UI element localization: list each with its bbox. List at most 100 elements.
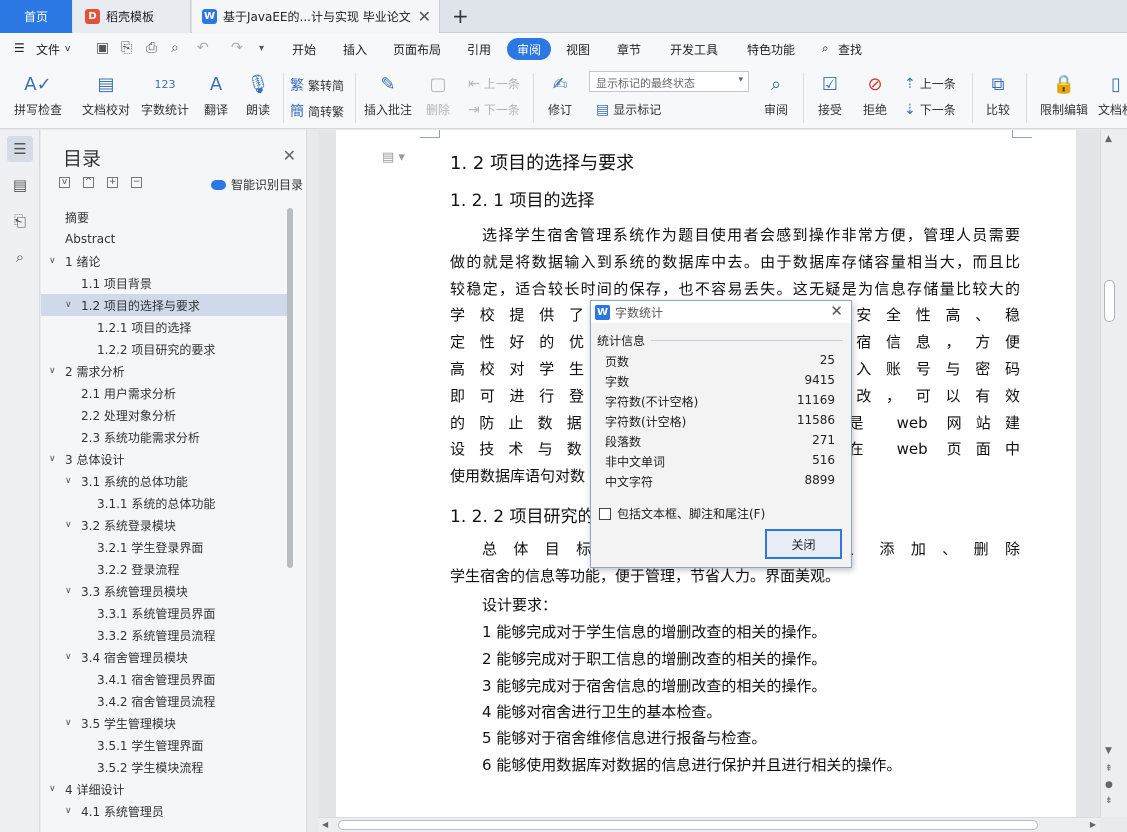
find-icon[interactable]: ⌕	[7, 244, 33, 270]
outline-icon[interactable]: ▤	[7, 172, 33, 198]
toc-item[interactable]: 3.5.2 学生模块流程	[41, 756, 289, 778]
close-icon[interactable]: ✕	[283, 146, 296, 165]
chevron-down-icon[interactable]: ∨	[49, 366, 65, 376]
toc-item[interactable]: 1.2.2 项目研究的要求	[41, 338, 289, 360]
toc-item[interactable]: 摘要	[41, 206, 289, 228]
toc-item[interactable]: 3.4.2 宿舍管理员流程	[41, 690, 289, 712]
chevron-down-icon[interactable]: ∨	[49, 454, 65, 464]
chevron-down-icon[interactable]: ∨	[65, 476, 81, 486]
scroll-right-icon[interactable]: ▶	[1090, 820, 1096, 829]
quick-access-chevron-icon[interactable]: ▾	[259, 43, 264, 54]
tab-home[interactable]: 首页	[0, 0, 72, 33]
prev-page-icon[interactable]: ⇞	[1105, 764, 1113, 774]
chevron-down-icon[interactable]: ∨	[65, 718, 81, 728]
trad-to-simp-button[interactable]: 繁繁转简	[290, 75, 344, 95]
compare-button[interactable]: ⧉ 比较	[980, 71, 1016, 118]
review-pane-button[interactable]: ⌕ 审阅	[758, 71, 794, 118]
simp-to-trad-button[interactable]: 簡简转繁	[290, 101, 344, 121]
scroll-left-icon[interactable]: ◀	[322, 820, 328, 829]
toc-item[interactable]: 2.3 系统功能需求分析	[41, 426, 289, 448]
toc-item[interactable]: ∨ 1.2 项目的选择与要求	[41, 294, 289, 316]
scroll-down-icon[interactable]: ▼	[1105, 746, 1112, 756]
toc-item[interactable]: ∨ 3.2 系统登录模块	[41, 514, 289, 536]
show-markup-button[interactable]: ▤ 显示标记	[596, 101, 661, 118]
insert-comment-button[interactable]: ✎ 插入批注	[362, 71, 414, 118]
search-icon[interactable]: ⌕	[822, 41, 829, 56]
bookmark-icon[interactable]: ⎗	[7, 208, 33, 234]
doccheck-button[interactable]: ▤ 文档校对	[80, 71, 132, 118]
wordcount-button[interactable]: 123 字数统计	[139, 71, 191, 118]
expand-up-icon[interactable]: ^	[83, 177, 94, 188]
spellcheck-button[interactable]: A✓ 拼写检查	[12, 71, 64, 118]
reject-button[interactable]: ⊘ 拒绝	[857, 71, 893, 118]
vertical-scrollbar[interactable]: ▲ ▼ ⇞ ● ⇟	[1100, 130, 1127, 817]
menu-developer[interactable]: 开发工具	[670, 41, 718, 58]
toc-item[interactable]: ∨ 3.5 学生管理模块	[41, 712, 289, 734]
toc-item[interactable]: 3.3.2 系统管理员流程	[41, 624, 289, 646]
search-menu[interactable]: 查找	[838, 41, 862, 58]
tab-document[interactable]: W 基于JavaEE的...计与实现 毕业论文 ✕	[192, 0, 440, 33]
tab-close-icon[interactable]: ✕	[418, 7, 431, 26]
chevron-down-icon[interactable]: ∨	[49, 256, 65, 266]
toc-item[interactable]: 2.2 处理对象分析	[41, 404, 289, 426]
scroll-up-icon[interactable]: ▲	[1105, 134, 1112, 144]
toc-item[interactable]: 1.1 项目背景	[41, 272, 289, 294]
toc-item[interactable]: Abstract	[41, 228, 289, 250]
close-icon[interactable]: ✕	[830, 302, 843, 320]
menu-insert[interactable]: 插入	[343, 41, 367, 58]
prev-change-button[interactable]: ⇡ 上一条	[904, 75, 956, 92]
revise-button[interactable]: ✍ 修订	[540, 71, 580, 118]
menu-special[interactable]: 特色功能	[747, 41, 795, 58]
toc-item[interactable]: 3.5.1 学生管理界面	[41, 734, 289, 756]
menu-view[interactable]: 视图	[566, 41, 590, 58]
add-heading-icon[interactable]: +	[107, 177, 118, 188]
next-comment-button[interactable]: ⇥ 下一条	[468, 101, 520, 118]
chevron-down-icon[interactable]: ∨	[65, 586, 81, 596]
toc-item[interactable]: ∨ 4 详细设计	[41, 778, 289, 800]
toc-item[interactable]: ∨ 1 绪论	[41, 250, 289, 272]
translate-button[interactable]: A 翻译	[196, 71, 236, 118]
include-textbox-checkbox[interactable]: 包括文本框、脚注和尾注(F)	[599, 505, 765, 522]
read-aloud-button[interactable]: 🎙 朗读	[242, 71, 274, 118]
redo-icon[interactable]: ↷	[231, 40, 243, 56]
prev-comment-button[interactable]: ⇤ 上一条	[468, 75, 520, 92]
menu-chapter[interactable]: 章节	[617, 41, 641, 58]
tab-template[interactable]: D 稻壳模板	[73, 0, 191, 33]
menu-layout[interactable]: 页面布局	[393, 41, 441, 58]
print-preview-icon[interactable]: ⌕	[171, 40, 179, 56]
next-page-icon[interactable]: ⇟	[1105, 796, 1113, 806]
menu-review[interactable]: 审阅	[507, 38, 551, 60]
menu-start[interactable]: 开始	[292, 41, 316, 58]
close-button[interactable]: 关闭	[765, 529, 842, 559]
collapse-all-icon[interactable]: v	[59, 177, 70, 188]
toc-item[interactable]: 3.2.1 学生登录界面	[41, 536, 289, 558]
file-menu[interactable]: 文件	[36, 41, 60, 58]
toc-item[interactable]: ∨ 2 需求分析	[41, 360, 289, 382]
save-icon[interactable]: ▣	[96, 40, 109, 56]
print-icon[interactable]: ⎙	[146, 40, 157, 56]
accept-button[interactable]: ☑ 接受	[812, 71, 848, 118]
scroll-thumb[interactable]	[1104, 280, 1115, 322]
chevron-down-icon[interactable]: ∨	[65, 652, 81, 662]
remove-heading-icon[interactable]: −	[131, 177, 142, 188]
toc-item[interactable]: 3.1.1 系统的总体功能	[41, 492, 289, 514]
dialog-titlebar[interactable]: W 字数统计 ✕	[591, 301, 851, 323]
toc-scrollbar[interactable]	[287, 208, 293, 568]
export-icon[interactable]: ⎘	[121, 40, 132, 56]
chevron-down-icon[interactable]: ∨	[65, 300, 81, 310]
toc-item[interactable]: ∨ 3 总体设计	[41, 448, 289, 470]
scroll-thumb[interactable]	[338, 820, 1038, 830]
select-browse-icon[interactable]: ●	[1105, 780, 1113, 790]
toc-item[interactable]: 3.4.1 宿舍管理员界面	[41, 668, 289, 690]
menu-references[interactable]: 引用	[467, 41, 491, 58]
toc-item[interactable]: ∨ 3.3 系统管理员模块	[41, 580, 289, 602]
checkbox-box[interactable]	[599, 507, 611, 520]
toc-item[interactable]: 3.3.1 系统管理员界面	[41, 602, 289, 624]
paragraph-handle-icon[interactable]: ▤ ▾	[382, 150, 405, 165]
chevron-down-icon[interactable]: ∨	[65, 806, 81, 816]
restrict-edit-button[interactable]: 🔒 限制编辑	[1036, 71, 1092, 118]
toc-icon[interactable]: ☰	[7, 136, 33, 162]
toc-item[interactable]: 1.2.1 项目的选择	[41, 316, 289, 338]
markup-state-select[interactable]: 显示标记的最终状态 ▾	[589, 71, 749, 92]
next-change-button[interactable]: ⇣ 下一条	[904, 101, 956, 118]
